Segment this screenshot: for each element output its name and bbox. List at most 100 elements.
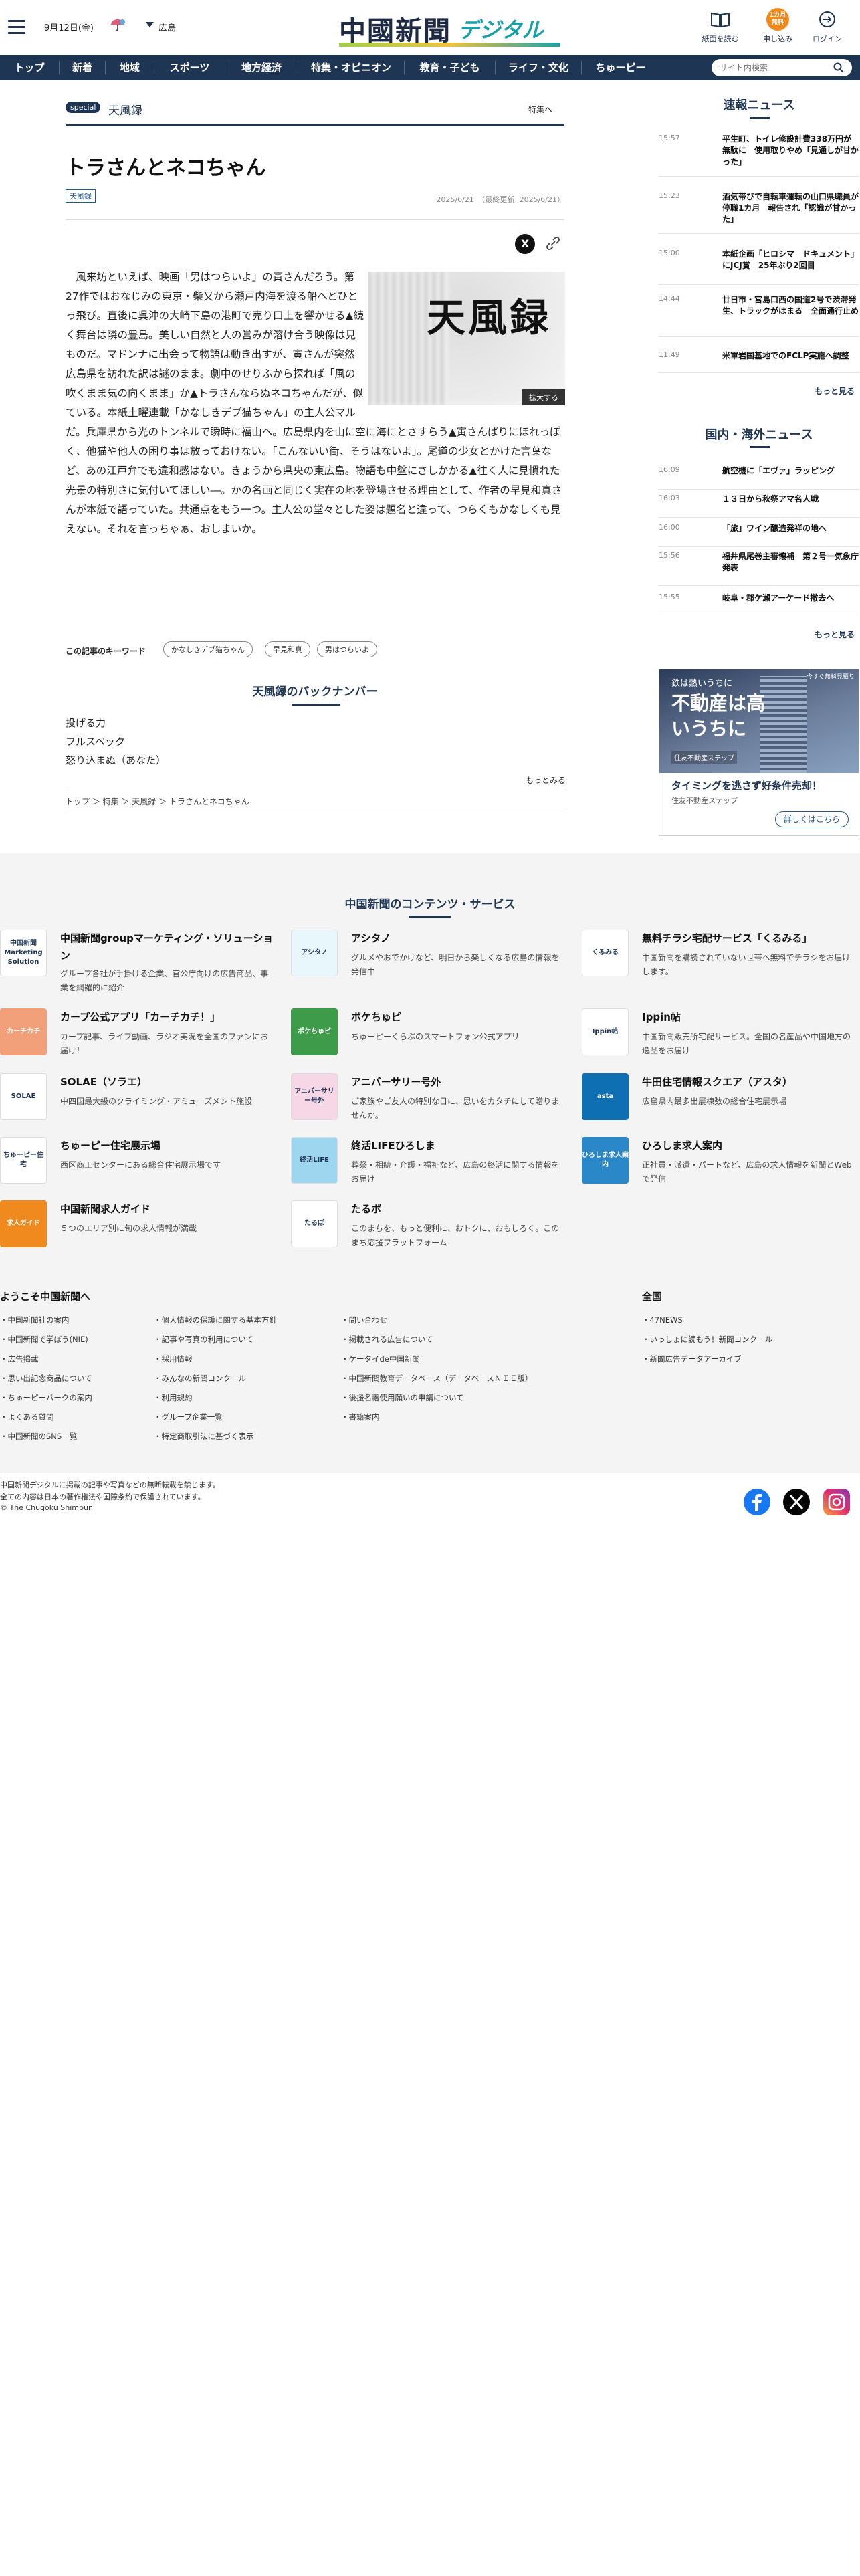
breaking-more-link[interactable]: もっと見る (815, 385, 855, 397)
backnumber-item[interactable]: 投げる力 (66, 716, 106, 730)
footer-link[interactable]: 広告掲載 (0, 1354, 39, 1364)
logo-wave (339, 43, 560, 47)
footer-link[interactable]: 利用規約 (154, 1392, 193, 1403)
special-link[interactable]: 特集へ (528, 104, 552, 115)
nav-item-chupea[interactable]: ちゅーピー (582, 55, 659, 80)
read-paper-button[interactable]: 紙面を読む (699, 8, 742, 44)
service-item[interactable]: 終活LIFE 終活LIFEひろしま 葬祭・相続・介護・福祉など、広島の終活に関する情… (291, 1137, 572, 1210)
nav-item-sports[interactable]: スポーツ (154, 55, 225, 80)
news-row[interactable]: 16:00 「旅」ワイン醸造発祥の地へ (659, 523, 859, 547)
news-row[interactable]: 11:49 米軍岩国基地でのFCLP実施へ調整 (659, 350, 859, 373)
area-selector[interactable]: 広島 (158, 21, 176, 33)
search-input[interactable] (720, 62, 827, 74)
special-bar: special 天風録 特集へ (66, 96, 564, 126)
footer-link[interactable]: いっしょに読もう！新聞コンクール (642, 1334, 773, 1345)
keyword-chip[interactable]: 男はつらいよ (317, 641, 377, 657)
footer-link[interactable]: 47NEWS (642, 1315, 683, 1325)
footer-link[interactable]: ケータイde中国新聞 (341, 1354, 420, 1364)
nav-item-opinion[interactable]: 特集・オピニオン (298, 55, 404, 80)
footer-link[interactable]: 後援名義使用願いの申請について (341, 1392, 464, 1403)
nav-item-economy[interactable]: 地方経済 (225, 55, 298, 80)
login-button[interactable]: ログイン (806, 8, 849, 44)
news-row[interactable]: 16:03 １３日から秋祭アマ名人戦 (659, 494, 859, 518)
keyword-chip[interactable]: かなしきデブ猫ちゃん (163, 641, 253, 657)
service-logo-icon: カーチカチ (0, 1008, 47, 1055)
search-icon[interactable] (833, 62, 844, 73)
service-item[interactable]: 中国新聞 Marketing Solution 中国新聞groupマーケティング・… (0, 930, 281, 1003)
service-item[interactable]: asta 牛田住宅情報スクエア（アスタ） 広島県内最多出展棟数の総合住宅展示場 (582, 1073, 860, 1147)
special-title[interactable]: 天風録 (108, 101, 142, 118)
service-item[interactable]: Ippin帖 Ippin帖 中国新聞販売所宅配サービス。全国の名産品や中国地方の逸品… (582, 1008, 860, 1082)
footer-link[interactable]: 個人情報の保護に関する基本方針 (154, 1315, 278, 1325)
ad-details-button[interactable]: 詳しくはこちら (775, 811, 849, 827)
service-item[interactable]: アニバーサリー号外 アニバーサリー号外 ご家族やご友人の特別な日に、思いをカタチにし… (291, 1073, 572, 1147)
service-name: たるポ (351, 1203, 382, 1215)
ad-line2: 不動産は高いうちに (671, 692, 766, 740)
facebook-icon[interactable] (742, 1487, 772, 1517)
service-item[interactable]: ひろしま求人案内 ひろしま求人案内 正社員・派遣・パートなど、広島の求人情報を新聞と… (582, 1137, 860, 1210)
footer-link[interactable]: 問い合わせ (341, 1315, 388, 1325)
news-row[interactable]: 16:09 航空機に「エヴァ」ラッピング (659, 465, 859, 490)
news-row[interactable]: 14:44 廿日市・宮島口西の国道2号で渋滞発生、トラックがはまる 全面通行止め (659, 294, 859, 337)
footer-link[interactable]: みんなの新聞コンクール (154, 1373, 247, 1384)
nav-item-local[interactable]: 地域 (106, 55, 154, 80)
footer-link[interactable]: 掲載される広告について (341, 1334, 433, 1345)
nav-item-education[interactable]: 教育・子ども (405, 55, 495, 80)
service-item[interactable]: 求人ガイド 中国新聞求人ガイド ５つのエリア別に旬の求人情報が満載 (0, 1200, 281, 1274)
subscribe-button[interactable]: 1カ月 無料 申し込み (756, 8, 799, 44)
footer-link[interactable]: 新聞広告データアーカイブ (642, 1354, 742, 1364)
service-item[interactable]: ちゅーピー住宅 ちゅーピー住宅展示場 西区商工センターにある総合住宅展示場です (0, 1137, 281, 1210)
keyword-chip[interactable]: 早見和真 (265, 641, 310, 657)
service-item[interactable]: カーチカチ カープ公式アプリ「カーチカチ！」 カープ記事、ライブ動画、ラジオ実況を全… (0, 1008, 281, 1082)
service-item[interactable]: SOLAE SOLAE（ソラエ） 中四国最大級のクライミング・アミューズメント施設 (0, 1073, 281, 1147)
footer-link[interactable]: 思い出記念商品について (0, 1373, 92, 1384)
footer-link[interactable]: 記事や写真の利用について (154, 1334, 254, 1345)
service-item[interactable]: ポケちゅピ ポケちゅピ ちゅーピーくらぶのスマートフォン公式アプリ (291, 1008, 572, 1082)
footer-link[interactable]: よくある質問 (0, 1412, 54, 1422)
service-item[interactable]: アシタノ アシタノ グルメやおでかけなど、明日から楽しくなる広島の情報を発信中 (291, 930, 572, 1003)
service-desc: 中国新聞を購読されていない世帯へ無料でチラシをお届けします。 (642, 953, 851, 976)
keywords-label: この記事のキーワード (66, 647, 146, 656)
footer-link[interactable]: 特定商取引法に基づく表示 (154, 1431, 254, 1442)
ad-banner[interactable]: 今すぐ無料見積り 鉄は熱いうちに 不動産は高いうちに 住友不動産ステップ タイミ… (659, 669, 859, 836)
service-desc: 正社員・派遣・パートなど、広島の求人情報を新聞とWebで発信 (642, 1160, 852, 1184)
footer-link[interactable]: 中国新聞のSNS一覧 (0, 1431, 78, 1442)
more-link[interactable]: もっとみる (526, 774, 566, 786)
service-logo-icon: アシタノ (291, 930, 338, 976)
nav-item-top[interactable]: トップ (0, 55, 59, 80)
footer-link[interactable]: 中国新聞教育データベース（データベースＮＩＥ版） (341, 1373, 533, 1384)
link-icon[interactable] (545, 235, 561, 251)
service-logo-icon: 求人ガイド (0, 1200, 47, 1247)
x-icon[interactable] (782, 1487, 811, 1517)
service-logo-icon: たるぽ (291, 1200, 338, 1247)
service-item[interactable]: たるぽ たるポ このまちを、もっと便利に、おトクに、おもしろく。このまち応援プラット… (291, 1200, 572, 1274)
news-row[interactable]: 15:57 平生町、トイレ修設計費338万円が無駄に 使用取りやめ「見通しが甘かっ… (659, 134, 859, 177)
nav-item-life[interactable]: ライフ・文化 (496, 55, 581, 80)
footer-link[interactable]: ちゅーピーパークの案内 (0, 1392, 92, 1403)
breadcrumb[interactable]: トップ ＞ 特集 ＞ 天風録 ＞ トラさんとネコちゃん (66, 796, 249, 807)
backnumber-item[interactable]: フルスペック (66, 734, 125, 748)
news-row[interactable]: 15:23 酒気帯びで自転車運転の山口県職員が停職1カ月 報告され「認識が甘かった… (659, 191, 859, 234)
service-item[interactable]: くるみる 無料チラシ宅配サービス「くるみる」 中国新聞を購読されていない世帯へ無料で… (582, 930, 860, 1003)
domestic-more-link[interactable]: もっと見る (815, 629, 855, 640)
share-x-icon[interactable]: X (515, 234, 535, 254)
footer-link[interactable]: 中国新聞社の案内 (0, 1315, 70, 1325)
news-headline: 「旅」ワイン醸造発祥の地へ (722, 524, 827, 533)
footer-link[interactable]: グループ企業一覧 (154, 1412, 223, 1422)
chevron-down-icon[interactable] (146, 22, 154, 27)
menu-icon[interactable] (8, 20, 25, 35)
site-logo[interactable]: 中國新聞 デジタル (339, 9, 560, 47)
news-row[interactable]: 15:56 福井県尾巻主審懐補 第２号一気象庁発表 (659, 551, 859, 586)
service-logo-icon: ポケちゅピ (291, 1008, 338, 1055)
footer-link[interactable]: 中国新聞で学ぼう(NIE) (0, 1334, 88, 1345)
nav-item-new[interactable]: 新着 (60, 55, 105, 80)
news-headline: 酒気帯びで自転車運転の山口県職員が停職1カ月 報告され「認識が甘かった」 (722, 192, 859, 224)
news-row[interactable]: 15:55 岐阜・郡ケ瀬アーケード撤去へ (659, 593, 859, 615)
news-row[interactable]: 15:00 本紙企画「ヒロシマ ドキュメント」にJCJ賞 25年ぶり2回目 (659, 249, 859, 285)
service-logo-icon: Ippin帖 (582, 1008, 629, 1055)
footer-link[interactable]: 書籍案内 (341, 1412, 380, 1422)
footer-link[interactable]: 採用情報 (154, 1354, 193, 1364)
backnumber-item[interactable]: 怒り込まぬ（あなた） (66, 753, 166, 767)
instagram-icon[interactable] (822, 1487, 851, 1517)
article-tag[interactable]: 天風録 (66, 189, 96, 203)
